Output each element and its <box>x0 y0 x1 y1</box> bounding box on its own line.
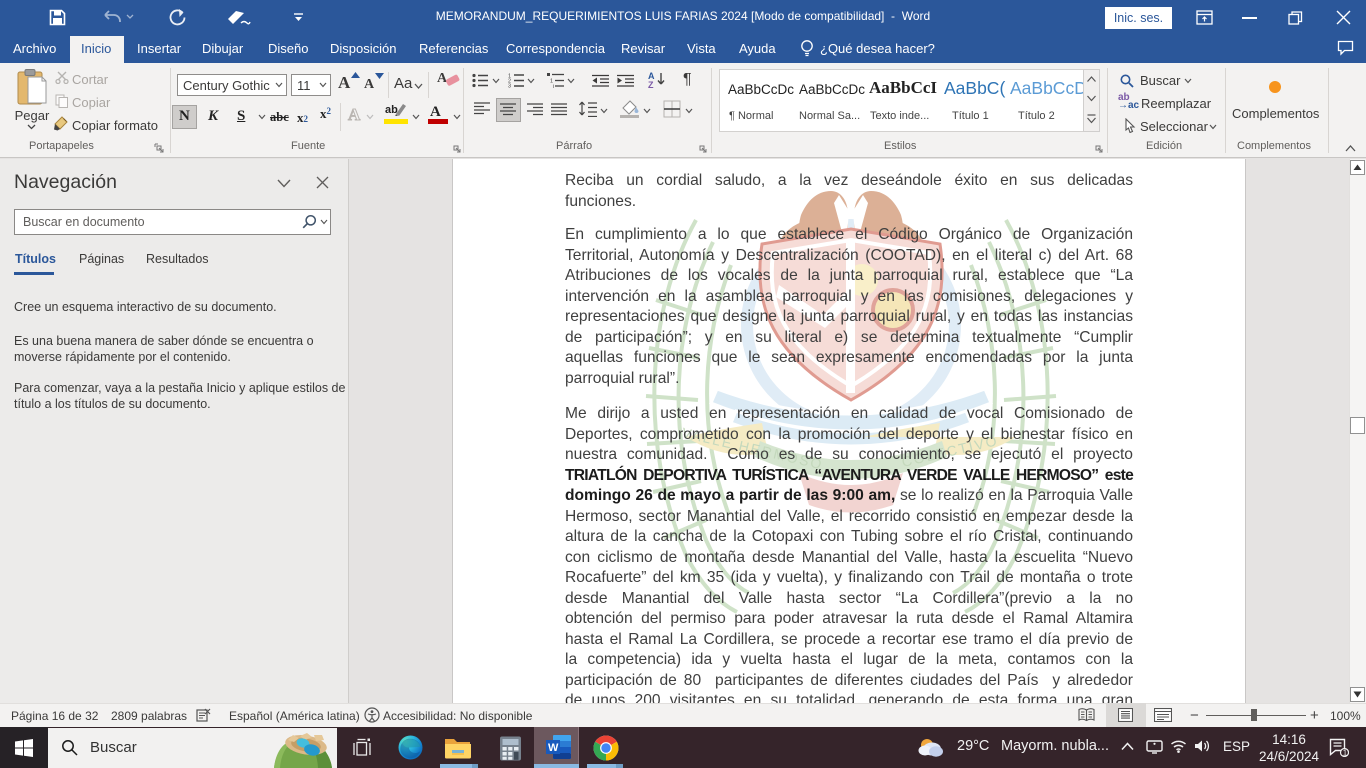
svg-text:W: W <box>548 742 559 754</box>
svg-text:3: 3 <box>508 84 511 89</box>
svg-text:Z: Z <box>648 80 654 88</box>
svg-text:1: 1 <box>1343 749 1348 758</box>
svg-text:i: i <box>553 84 554 88</box>
